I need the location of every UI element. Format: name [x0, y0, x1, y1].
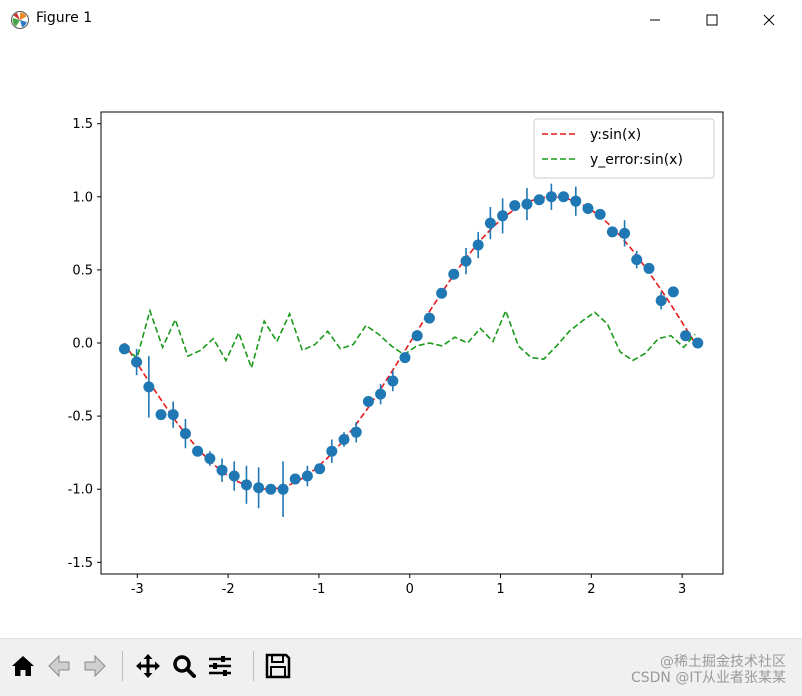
data-point — [558, 191, 570, 203]
data-point — [362, 395, 374, 407]
data-point — [411, 330, 423, 342]
data-point — [667, 286, 679, 298]
data-point — [387, 375, 399, 387]
data-point — [265, 483, 277, 495]
toolbar-separator — [253, 651, 254, 681]
data-point — [606, 226, 618, 238]
data-point — [216, 464, 228, 476]
data-point — [521, 198, 533, 210]
floppy-icon — [265, 653, 291, 679]
close-icon — [763, 14, 775, 26]
data-point — [448, 268, 460, 280]
data-point — [460, 255, 472, 267]
home-icon — [12, 656, 34, 676]
data-point — [375, 388, 387, 400]
plot-layer: -3 -2 -1 0 1 2 3 -1.5 -1.0 -0.5 0.0 0.5 1.0 1.5 y:sin(… — [68, 111, 724, 597]
data-point — [655, 295, 667, 307]
data-point — [253, 482, 265, 494]
save-button[interactable] — [261, 649, 295, 683]
y-tick-label: 1.5 — [72, 117, 93, 132]
watermark-line-1: @稀土掘金技术社区 — [660, 653, 786, 670]
minimize-button[interactable] — [632, 0, 678, 40]
data-point — [289, 473, 301, 485]
y-tick-label: -1.5 — [68, 556, 93, 571]
navigation-toolbar: @稀土掘金技术社区 CSDN @IT从业者张某某 — [0, 638, 802, 696]
matplotlib-logo-icon — [11, 11, 29, 29]
plot-area — [101, 112, 723, 574]
data-point — [192, 445, 204, 457]
watermark: @稀土掘金技术社区 CSDN @IT从业者张某某 — [631, 654, 786, 686]
x-tick-label: 3 — [678, 582, 686, 597]
x-tick-label: -2 — [222, 582, 235, 597]
data-point — [204, 453, 216, 464]
back-button[interactable] — [42, 649, 76, 683]
x-tick-label: 1 — [496, 582, 504, 597]
x-tick-label: 0 — [406, 582, 414, 597]
x-tick-label: 2 — [587, 582, 595, 597]
y-tick-label: -1.0 — [68, 483, 93, 498]
data-point — [680, 330, 692, 342]
maximize-button[interactable] — [689, 0, 735, 40]
legend-label: y_error:sin(x) — [590, 152, 683, 168]
toolbar-separator — [122, 651, 123, 681]
data-point — [631, 254, 643, 266]
y-tick-label: -0.5 — [68, 410, 93, 425]
data-point — [167, 409, 179, 421]
y-tick-label: 0.5 — [72, 263, 93, 278]
data-point — [533, 194, 545, 206]
data-point — [582, 202, 594, 214]
legend-label: y:sin(x) — [590, 127, 641, 143]
data-point — [484, 217, 496, 229]
sliders-icon — [209, 656, 231, 676]
data-point — [436, 287, 448, 299]
configure-subplots-button[interactable] — [203, 649, 237, 683]
data-point — [228, 470, 240, 482]
data-point — [338, 433, 350, 445]
chart: -3 -2 -1 0 1 2 3 -1.5 -1.0 -0.5 0.0 0.5 1.0 1.5 y:sin(… — [68, 111, 724, 597]
data-point — [509, 200, 521, 212]
legend: y:sin(x) y_error:sin(x) — [533, 118, 715, 179]
data-point — [399, 352, 411, 364]
data-point — [118, 343, 130, 355]
pan-button[interactable] — [131, 649, 165, 683]
maximize-icon — [706, 14, 718, 26]
data-point — [131, 356, 143, 368]
data-point — [277, 483, 289, 495]
data-point — [326, 445, 338, 457]
data-point — [350, 426, 362, 438]
close-button[interactable] — [746, 0, 792, 40]
data-point — [155, 409, 167, 421]
data-point — [143, 381, 155, 393]
data-point — [472, 239, 484, 251]
data-point — [423, 312, 435, 324]
forward-button[interactable] — [78, 649, 112, 683]
data-point — [179, 428, 191, 440]
arrow-left-icon — [48, 654, 70, 678]
data-point — [619, 227, 631, 239]
data-point — [314, 463, 326, 475]
x-tick-label: -1 — [312, 582, 325, 597]
watermark-line-2: CSDN @IT从业者张某某 — [630, 669, 786, 686]
y-tick-label: 0.0 — [72, 337, 93, 352]
data-point — [692, 337, 704, 349]
data-point — [240, 479, 252, 491]
zoom-button[interactable] — [167, 649, 201, 683]
figure-window: Figure 1 -3 -2 -1 0 1 2 3 -1.5 -1.0 -0.5 0.0 0.5 1.0… — [0, 0, 802, 696]
window-title: Figure 1 — [36, 10, 93, 26]
data-point — [301, 470, 313, 482]
title-bar: Figure 1 — [0, 0, 802, 40]
minimize-icon — [650, 19, 660, 21]
arrow-right-icon — [84, 654, 106, 678]
magnifier-icon — [173, 655, 196, 678]
y-tick-label: 1.0 — [72, 190, 93, 205]
data-point — [570, 195, 582, 207]
home-button[interactable] — [6, 649, 40, 683]
figure-canvas: -3 -2 -1 0 1 2 3 -1.5 -1.0 -0.5 0.0 0.5 1.0 1.5 y:sin(… — [0, 40, 802, 638]
x-tick-label: -3 — [131, 582, 144, 597]
data-point — [497, 210, 509, 222]
move-icon — [136, 654, 160, 678]
data-point — [643, 262, 655, 274]
data-point — [545, 191, 557, 203]
data-point — [594, 208, 606, 220]
